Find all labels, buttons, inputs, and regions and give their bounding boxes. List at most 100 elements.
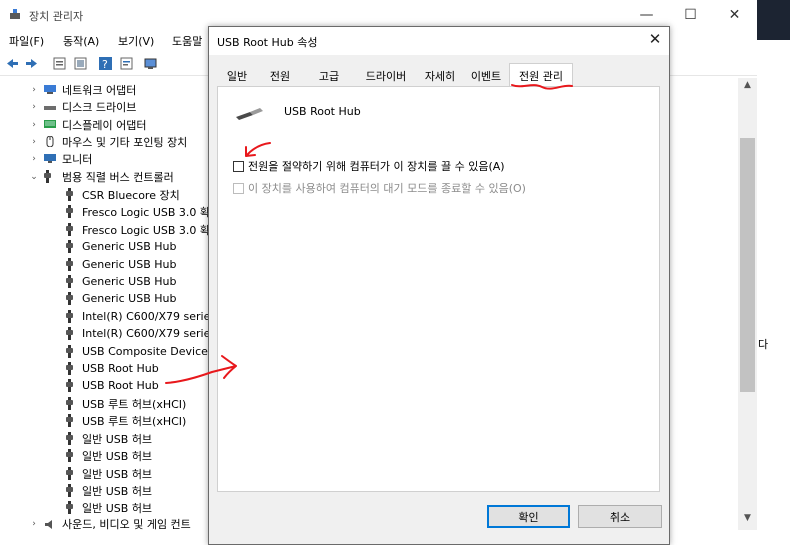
dialog-close-button[interactable]: ✕: [641, 30, 669, 52]
dialog-title: USB Root Hub 속성: [217, 36, 318, 49]
background-window-edge: [757, 0, 790, 40]
tree-usb-device[interactable]: CSR Bluecore 장치: [65, 186, 180, 203]
list-item: Fresco Logic USB 3.0 확: [82, 205, 211, 219]
list-item: 일반 USB 허브: [82, 484, 153, 498]
list-item: USB Root Hub: [82, 362, 159, 375]
list-item: Intel(R) C600/X79 series: [82, 310, 217, 323]
tree-item-usb-controllers[interactable]: ⌄ 범용 직렬 버스 컨트롤러: [29, 168, 174, 185]
usb-device-icon: [65, 292, 74, 305]
tree-item-sound[interactable]: › 사운드, 비디오 및 게임 컨트: [29, 517, 191, 531]
list-item: 일반 USB 허브: [82, 501, 153, 515]
chevron-right-icon[interactable]: ›: [29, 137, 39, 147]
scroll-up-icon[interactable]: ▲: [738, 80, 757, 94]
list-item: Generic USB Hub: [82, 275, 177, 288]
scrollbar-thumb[interactable]: [740, 138, 755, 392]
help-icon[interactable]: ?: [98, 56, 113, 71]
list-item: USB 루트 허브(xHCI): [82, 414, 187, 428]
usb-device-icon: [65, 188, 74, 201]
list-item: USB Composite Device: [82, 345, 208, 358]
list-item: Fresco Logic USB 3.0 확: [82, 223, 211, 237]
tree-usb-device[interactable]: USB Root Hub: [65, 377, 159, 394]
tree-item-label: 범용 직렬 버스 컨트롤러: [62, 170, 174, 184]
maximize-button[interactable]: ☐: [668, 0, 713, 30]
list-item: 일반 USB 허브: [82, 467, 153, 481]
tree-item-label: 디스플레이 어댑터: [62, 118, 147, 132]
back-arrow-icon[interactable]: [5, 56, 20, 71]
view-list-icon[interactable]: [52, 56, 67, 71]
tree-usb-device[interactable]: Generic USB Hub: [65, 290, 176, 307]
display-adapter-icon: [44, 120, 56, 128]
tree-usb-device[interactable]: Generic USB Hub: [65, 238, 176, 255]
menu-help[interactable]: 도움말: [172, 33, 202, 49]
chevron-right-icon[interactable]: ›: [29, 519, 39, 529]
tab-general[interactable]: 일반: [219, 66, 255, 86]
tree-item-label: 사운드, 비디오 및 게임 컨트: [62, 518, 191, 531]
monitor-icon: [44, 154, 56, 163]
tree-item-network[interactable]: › 네트워크 어댑터: [29, 81, 136, 98]
properties-icon[interactable]: [119, 56, 134, 71]
tree-usb-device[interactable]: Fresco Logic USB 3.0 확: [65, 221, 210, 238]
list-item: 일반 USB 허브: [82, 449, 153, 463]
tree-usb-device[interactable]: USB 루트 허브(xHCI): [65, 412, 186, 429]
network-adapter-icon: [44, 85, 56, 94]
tab-events[interactable]: 이벤트: [463, 66, 509, 86]
wake-computer-checkbox: [233, 182, 244, 194]
tree-usb-device[interactable]: USB 루트 허브(xHCI): [65, 395, 186, 412]
close-button[interactable]: ✕: [712, 0, 757, 30]
tree-usb-device[interactable]: Generic USB Hub: [65, 273, 176, 290]
scroll-down-icon[interactable]: ▼: [738, 513, 757, 527]
list-item: Generic USB Hub: [82, 258, 177, 271]
ok-button[interactable]: 확인: [487, 505, 570, 528]
usb-device-icon: [65, 484, 74, 497]
svg-text:?: ?: [102, 58, 108, 71]
scan-hardware-icon[interactable]: [143, 56, 158, 71]
tree-usb-device[interactable]: 일반 USB 허브: [65, 499, 152, 516]
forward-arrow-icon[interactable]: [24, 56, 39, 71]
chevron-right-icon[interactable]: ›: [29, 154, 39, 164]
mouse-icon: [46, 136, 54, 147]
allow-power-off-option[interactable]: 전원을 절약하기 위해 컴퓨터가 이 장치를 끌 수 있음(A): [233, 158, 505, 174]
tree-item-label: 네트워크 어댑터: [62, 83, 137, 97]
tree-usb-device[interactable]: 일반 USB 허브: [65, 465, 152, 482]
chevron-right-icon[interactable]: ›: [29, 102, 39, 112]
tree-item-disk[interactable]: › 디스크 드라이브: [29, 98, 136, 115]
tree-usb-device[interactable]: USB Root Hub: [65, 360, 159, 377]
tree-usb-device[interactable]: 일반 USB 허브: [65, 447, 152, 464]
tree-item-mouse[interactable]: › 마우스 및 기타 포인팅 장치: [29, 133, 187, 150]
allow-power-off-checkbox[interactable]: [233, 160, 244, 172]
menu-file[interactable]: 파일(F): [9, 33, 44, 49]
tab-power[interactable]: 전원: [257, 66, 303, 86]
list-item: USB 루트 허브(xHCI): [82, 397, 187, 411]
list-item: 일반 USB 허브: [82, 432, 153, 446]
menu-view[interactable]: 보기(V): [118, 33, 154, 49]
usb-device-icon: [65, 414, 74, 427]
cancel-button[interactable]: 취소: [578, 505, 662, 528]
view-details-icon[interactable]: [73, 56, 88, 71]
wake-computer-label: 이 장치를 사용하여 컴퓨터의 대기 모드를 종료할 수 있음(O): [248, 182, 526, 195]
tree-usb-device[interactable]: Intel(R) C600/X79 series: [65, 325, 216, 342]
tree-usb-device[interactable]: 일반 USB 허브: [65, 430, 152, 447]
tree-usb-device[interactable]: USB Composite Device: [65, 343, 208, 360]
usb-device-icon: [65, 327, 74, 340]
tree-usb-device[interactable]: Generic USB Hub: [65, 256, 176, 273]
usb-device-icon: [65, 397, 74, 410]
tree-usb-device[interactable]: Fresco Logic USB 3.0 확: [65, 203, 210, 220]
usb-device-icon: [65, 449, 74, 462]
tab-driver[interactable]: 드라이버: [355, 66, 417, 86]
chevron-down-icon[interactable]: ⌄: [29, 172, 39, 182]
usb-device-icon: [65, 240, 74, 253]
usb-device-icon: [65, 205, 74, 218]
tab-details[interactable]: 자세히: [419, 66, 461, 86]
tree-usb-device[interactable]: 일반 USB 허브: [65, 482, 152, 499]
menu-action[interactable]: 동작(A): [63, 33, 99, 49]
tree-item-monitor[interactable]: › 모니터: [29, 150, 92, 167]
list-item: Generic USB Hub: [82, 292, 177, 305]
tree-item-label: 디스크 드라이브: [62, 100, 137, 114]
chevron-right-icon[interactable]: ›: [29, 85, 39, 95]
chevron-right-icon[interactable]: ›: [29, 120, 39, 130]
tree-usb-device[interactable]: Intel(R) C600/X79 series: [65, 308, 216, 325]
tab-power-management[interactable]: 전원 관리: [509, 63, 573, 87]
tab-advanced[interactable]: 고급: [307, 66, 351, 86]
allow-power-off-label[interactable]: 전원을 절약하기 위해 컴퓨터가 이 장치를 끌 수 있음(A): [248, 158, 505, 174]
tree-item-display[interactable]: › 디스플레이 어댑터: [29, 116, 146, 133]
